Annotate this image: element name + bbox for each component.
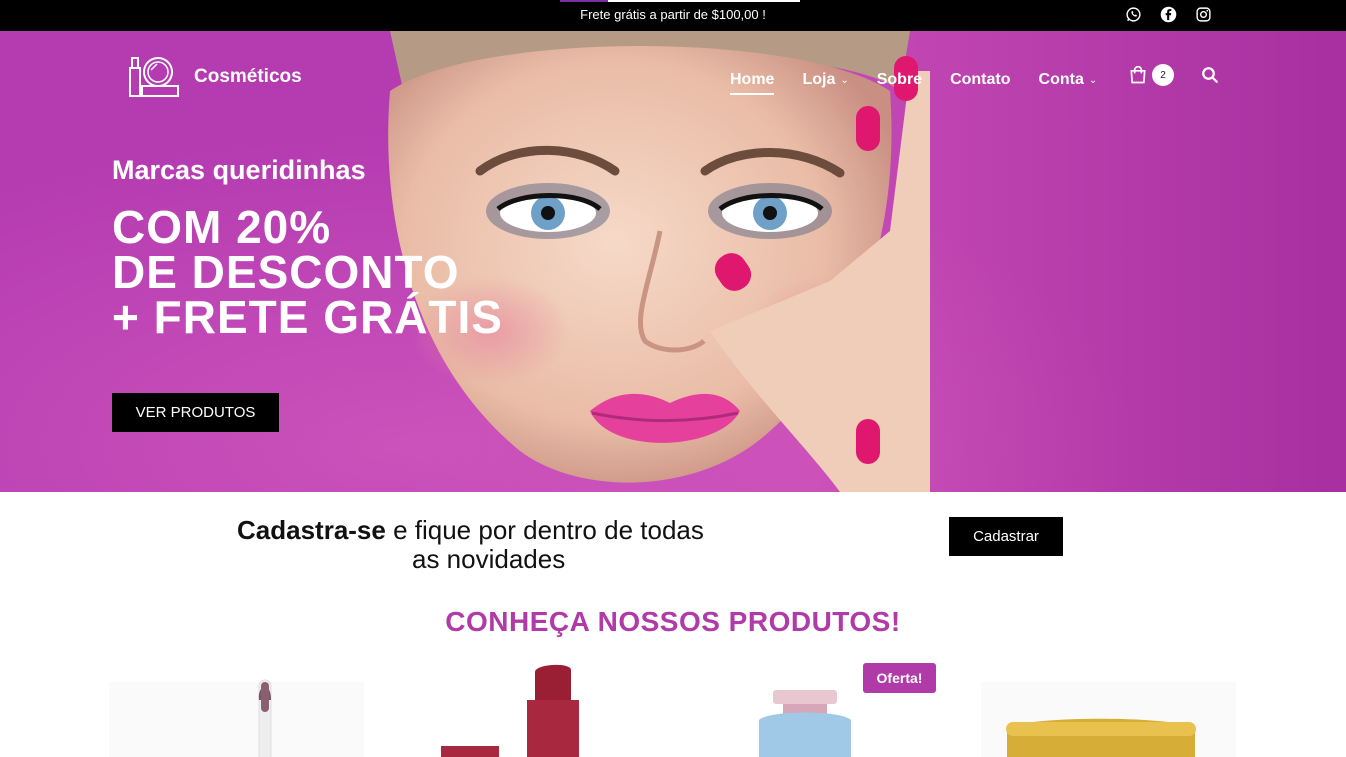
whatsapp-icon[interactable]: [1125, 6, 1142, 23]
social-links: [1125, 6, 1212, 23]
brand-name: Cosméticos: [194, 66, 302, 87]
product-card[interactable]: [399, 660, 654, 757]
instagram-icon[interactable]: [1195, 6, 1212, 23]
nav-sobre[interactable]: Sobre: [877, 71, 922, 89]
view-products-button[interactable]: VER PRODUTOS: [112, 393, 279, 432]
nav-home[interactable]: Home: [730, 71, 775, 95]
product-card[interactable]: [109, 682, 364, 757]
hero-headline: COM 20% DE DESCONTO + FRETE GRÁTIS: [112, 201, 503, 343]
facebook-icon[interactable]: [1160, 6, 1177, 23]
topbar-accent: [560, 0, 800, 2]
cosmetics-logo-icon: [129, 57, 179, 97]
shopping-bag-icon: [1130, 65, 1146, 84]
main-navigation: Home Loja ⌄ Sobre Contato Conta ⌄: [730, 65, 1125, 95]
sale-badge: Oferta!: [863, 663, 936, 693]
announcement-bar: Frete grátis a partir de $100,00 !: [0, 0, 1346, 31]
brand-logo[interactable]: Cosméticos: [124, 54, 302, 100]
hero-kicker: Marcas queridinhas: [112, 155, 366, 185]
newsletter-text: Cadastra-se e fique por dentro de todas …: [237, 515, 704, 574]
nav-loja[interactable]: Loja ⌄: [802, 71, 848, 89]
nav-conta[interactable]: Conta ⌄: [1039, 71, 1098, 89]
signup-button[interactable]: Cadastrar: [949, 517, 1063, 556]
nav-contato[interactable]: Contato: [950, 71, 1010, 89]
product-grid: [109, 660, 1236, 757]
cart-count-badge: 2: [1152, 64, 1174, 86]
chevron-down-icon: ⌄: [1088, 74, 1098, 86]
chevron-down-icon: ⌄: [840, 74, 849, 86]
products-section-title: CONHEÇA NOSSOS PRODUTOS!: [445, 606, 901, 637]
search-icon[interactable]: [1201, 66, 1219, 84]
cart-button[interactable]: 2: [1128, 64, 1174, 86]
